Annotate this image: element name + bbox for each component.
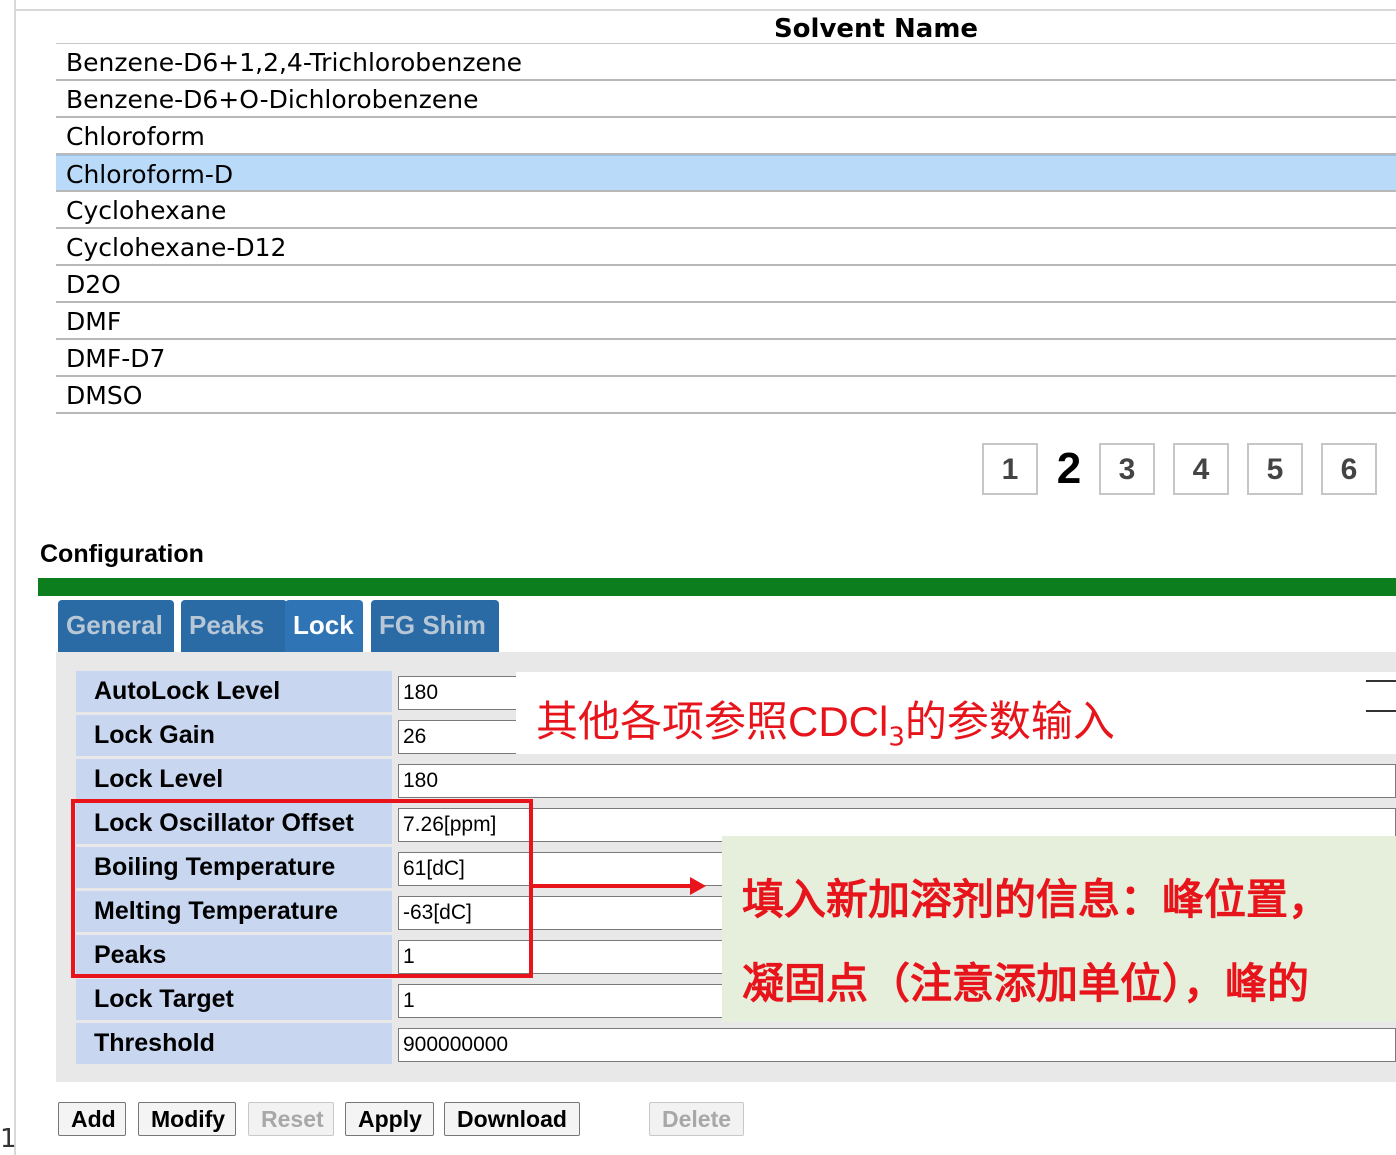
page-current-2: 2 — [1056, 444, 1082, 493]
apply-button[interactable]: Apply — [345, 1102, 434, 1136]
lock-level-input[interactable] — [398, 764, 1396, 798]
note1-pre: 其他各项参照 — [536, 697, 789, 746]
solvent-row[interactable]: DMF-D7 — [56, 340, 1396, 377]
solvent-row[interactable]: Cyclohexane-D12 — [56, 229, 1396, 266]
note2-line-2: 凝固点（注意添加单位），峰的 — [742, 959, 1310, 1008]
left-divider — [14, 0, 16, 1155]
solvent-row[interactable]: D2O — [56, 266, 1396, 303]
solvent-row[interactable]: Cyclohexane — [56, 192, 1396, 229]
page-button-1[interactable]: 1 — [982, 443, 1038, 495]
tab-general[interactable]: General — [58, 600, 174, 652]
solvent-table: Solvent Name Benzene-D6+1,2,4-Trichlorob… — [56, 12, 1396, 414]
note1-formula: CDCl — [788, 698, 889, 745]
threshold-input[interactable] — [398, 1028, 1396, 1062]
lock-level-label: Lock Level — [76, 759, 392, 800]
tab-fg-shim[interactable]: FG Shim — [371, 600, 499, 652]
solvent-row[interactable]: Benzene-D6+O-Dichlorobenzene — [56, 81, 1396, 118]
highlight-box — [71, 799, 533, 978]
annotation-reference-text: 其他各项参照CDCl3的参数输入 — [536, 688, 1115, 752]
note1-post: 的参数输入 — [904, 697, 1115, 746]
annotation-new-solvent-note: 填入新加溶剂的信息：峰位置， 凝固点（注意添加单位），峰的 — [722, 836, 1396, 1022]
threshold-label: Threshold — [76, 1023, 392, 1064]
arrow-line — [533, 884, 691, 888]
top-divider — [14, 9, 1396, 11]
lock-gain-label: Lock Gain — [76, 715, 392, 756]
page-button-4[interactable]: 4 — [1173, 443, 1229, 495]
add-button[interactable]: Add — [58, 1102, 126, 1136]
corner-mark: 1 — [0, 1124, 17, 1154]
solvent-row[interactable]: DMF — [56, 303, 1396, 340]
autolock-level-label: AutoLock Level — [76, 671, 392, 712]
solvent-row-selected[interactable]: Chloroform-D — [56, 155, 1396, 192]
delete-button[interactable]: Delete — [649, 1102, 744, 1136]
lock-target-label: Lock Target — [76, 979, 392, 1020]
tab-lock[interactable]: Lock — [285, 600, 363, 652]
note2-line-1: 填入新加溶剂的信息：峰位置， — [742, 875, 1331, 924]
page-button-3[interactable]: 3 — [1099, 443, 1155, 495]
solvent-row[interactable]: Benzene-D6+1,2,4-Trichlorobenzene — [56, 44, 1396, 81]
note1-edge-mark — [1366, 680, 1396, 682]
annotation-reference-note: 其他各项参照CDCl3的参数输入 — [516, 672, 1396, 754]
page-button-5[interactable]: 5 — [1247, 443, 1303, 495]
page-button-6[interactable]: 6 — [1321, 443, 1377, 495]
modify-button[interactable]: Modify — [138, 1102, 236, 1136]
tab-peaks[interactable]: Peaks — [181, 600, 287, 652]
download-button[interactable]: Download — [444, 1102, 580, 1136]
arrow-head-icon — [690, 877, 706, 895]
note1-subscript: 3 — [888, 722, 905, 753]
solvent-row[interactable]: DMSO — [56, 377, 1396, 414]
note1-edge-mark — [1366, 710, 1396, 712]
configuration-divider — [38, 578, 1396, 596]
configuration-title: Configuration — [40, 540, 204, 568]
solvent-row[interactable]: Chloroform — [56, 118, 1396, 155]
solvent-name-header[interactable]: Solvent Name — [56, 12, 1396, 44]
reset-button[interactable]: Reset — [248, 1102, 334, 1136]
